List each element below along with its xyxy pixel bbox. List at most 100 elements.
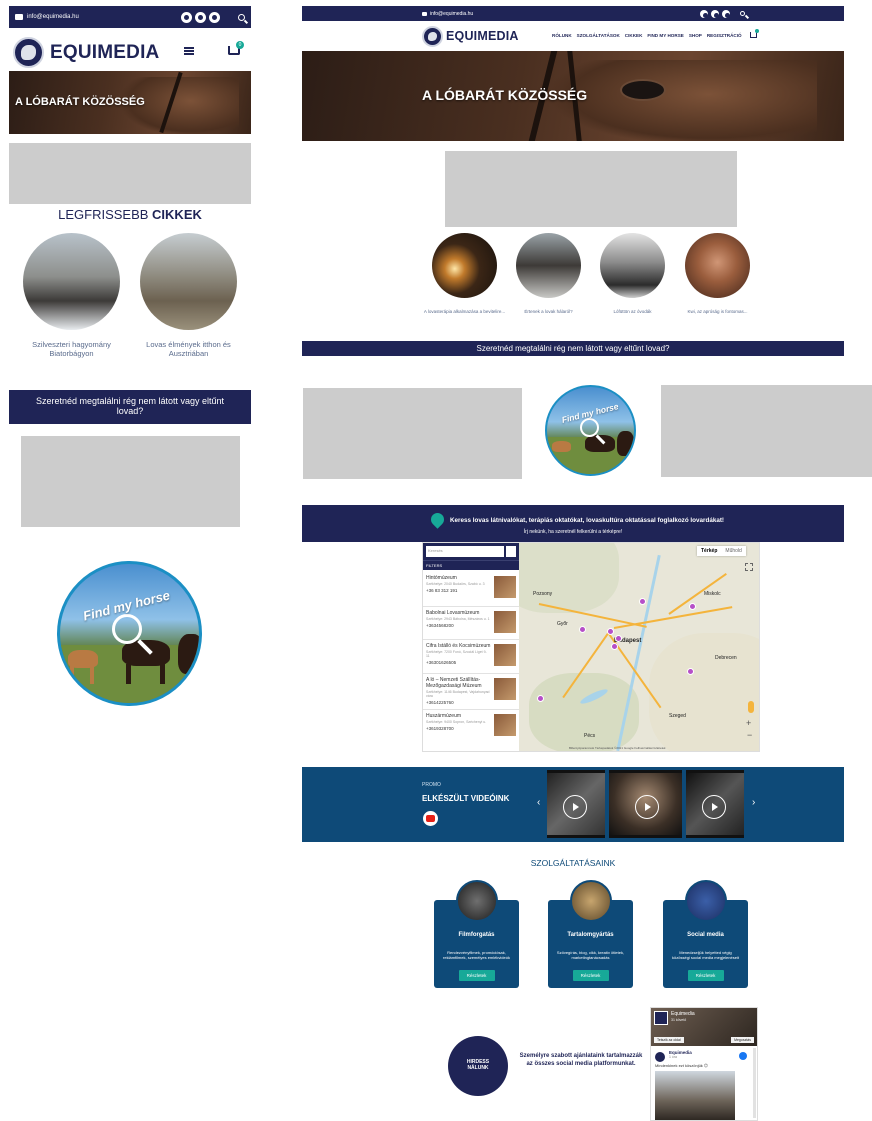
instagram-icon[interactable] xyxy=(195,11,206,23)
desktop-article-caption-3[interactable]: Lófüttön az óvodák xyxy=(590,309,675,315)
desktop-article-image-2[interactable] xyxy=(516,233,581,298)
service-desc: Menedzseljük helyetted végig közösségi s… xyxy=(672,950,739,961)
magnifier-icon xyxy=(112,614,142,644)
map-marker[interactable] xyxy=(689,603,696,610)
mobile-article-image-1[interactable] xyxy=(23,233,120,330)
desktop-article-image-1[interactable] xyxy=(432,233,497,298)
mobile-hero: A LÓBARÁT KÖZÖSSÉG xyxy=(9,71,251,134)
nav-item-shop[interactable]: SHOP xyxy=(689,33,702,38)
desktop-top-bar: info@equimedia.hu xyxy=(302,6,844,21)
filters-toggle[interactable]: FILTERS xyxy=(423,560,519,570)
desktop-logo-icon[interactable] xyxy=(422,26,443,47)
service-details-button[interactable]: Részletek xyxy=(458,970,495,981)
map-city-label: Győr xyxy=(557,621,568,627)
map-marker[interactable] xyxy=(639,598,646,605)
desktop-email[interactable]: info@equimedia.hu xyxy=(430,11,473,17)
carousel-next-icon[interactable]: › xyxy=(752,797,755,808)
desktop-article-caption-2[interactable]: Értenek a lovak hálaról? xyxy=(506,309,591,315)
desktop-article-image-4[interactable] xyxy=(685,233,750,298)
mobile-article-image-2[interactable] xyxy=(140,233,237,330)
search-icon[interactable] xyxy=(740,11,746,16)
service-desc: Rendezvényfilmek, promóciósak, reklámfil… xyxy=(443,950,510,961)
place-item-2[interactable]: Babolnai Lovasmúzeum Székhelye: 2943 Báb… xyxy=(423,607,519,640)
mobile-article-caption-2[interactable]: Lovas élmények itthon és Ausztriában xyxy=(135,340,242,359)
mobile-email[interactable]: info@equimedia.hu xyxy=(27,14,79,20)
satellite-tab[interactable]: Műhold xyxy=(721,546,745,556)
map-city-label: Miskolc xyxy=(704,591,721,597)
map-marker[interactable] xyxy=(537,695,544,702)
map-widget: Keresés FILTERS Hintómúzeum Székhelye: 2… xyxy=(422,542,760,752)
fullscreen-icon[interactable] xyxy=(745,563,753,571)
place-item-1[interactable]: Hintómúzeum Székhelye: 2040 Budaörs, Sza… xyxy=(423,572,519,607)
map-marker[interactable] xyxy=(687,668,694,675)
video-thumbnail-2[interactable] xyxy=(609,770,682,838)
mobile-hero-title: A LÓBARÁT KÖZÖSSÉG xyxy=(15,96,145,108)
fb-scrollbar[interactable] xyxy=(753,1048,756,1118)
map-marker[interactable] xyxy=(579,626,586,633)
fb-page-name[interactable]: Equimedia xyxy=(671,1011,695,1017)
advertise-badge[interactable]: HIRDESS NÁLUNK xyxy=(448,1036,508,1096)
nav-item-rolunk[interactable]: RÓLUNK xyxy=(552,33,572,38)
map-marker[interactable] xyxy=(615,635,622,642)
map-tab[interactable]: Térkép xyxy=(697,546,721,556)
fb-share-button[interactable]: Megosztás xyxy=(731,1037,754,1043)
location-pin-icon xyxy=(428,510,447,529)
place-item-4[interactable]: A ló – Nemzeti Szállítás- Mezőgazdasági … xyxy=(423,674,519,710)
map-view-toggle: Térkép Műhold xyxy=(697,546,746,556)
map-marker[interactable] xyxy=(611,643,618,650)
map-marker[interactable] xyxy=(607,628,614,635)
nav-item-regisztracio[interactable]: REGISZTRÁCIÓ xyxy=(707,33,742,38)
facebook-widget: Equimedia 31 követő Tetszik az oldal Meg… xyxy=(650,1007,758,1121)
map-search-button[interactable] xyxy=(506,546,516,557)
map-search-input[interactable]: Keresés xyxy=(426,546,504,557)
video-thumbnail-1[interactable] xyxy=(547,770,605,838)
map-footer-note: Billentyűparancsok Térképadatok ©2021 Go… xyxy=(569,746,666,750)
latest-title-light: LEGFRISSEBB xyxy=(58,207,149,222)
hamburger-menu-icon[interactable] xyxy=(184,47,194,55)
place-item-5[interactable]: Huszármúzeum Székhelye: 9400 Sopron, Szé… xyxy=(423,710,519,743)
place-address: Székhelye: 7200 Fonó, Szociál Liget 9-11 xyxy=(426,650,487,659)
desktop-logo-text[interactable]: EQUIMEDIA xyxy=(446,29,519,43)
desktop-article-caption-1[interactable]: A lovasterápia alkalmazása a bevitelire.… xyxy=(422,309,507,315)
service-details-button[interactable]: Részletek xyxy=(572,970,609,981)
desktop-find-my-horse-badge[interactable]: Find my horse xyxy=(545,385,636,476)
videos-title: ELKÉSZÜLT VIDEÓINK xyxy=(422,794,510,803)
carousel-prev-icon[interactable]: ‹ xyxy=(537,797,540,808)
mobile-logo-text[interactable]: EQUIMEDIA xyxy=(50,42,159,64)
advertise-text: Személyre szabott ajánlataink tartalmazz… xyxy=(519,1053,643,1067)
facebook-icon[interactable] xyxy=(700,9,709,18)
fb-follow-button[interactable]: Tetszik az oldal xyxy=(654,1037,684,1043)
instagram-icon[interactable] xyxy=(711,9,720,18)
search-icon[interactable] xyxy=(238,13,245,21)
map-subheading: Írj nekünk, ha szeretnél felkerülni a té… xyxy=(523,529,623,535)
desktop-article-image-3[interactable] xyxy=(600,233,665,298)
desktop-lost-horse-banner[interactable]: Szeretnéd megtalálni rég nem látott vagy… xyxy=(302,341,844,356)
youtube-icon[interactable] xyxy=(722,9,731,18)
desktop-article-caption-4[interactable]: Kwi, az apróság is fontomas... xyxy=(675,309,760,315)
video-thumbnail-3[interactable] xyxy=(686,770,744,838)
facebook-icon[interactable] xyxy=(181,11,192,23)
youtube-icon[interactable] xyxy=(209,11,220,23)
latest-articles-heading: LEGFRISSEBB CIKKEK xyxy=(9,207,251,222)
mobile-find-my-horse-badge[interactable]: Find my horse xyxy=(57,561,202,706)
fb-followers: 31 követő xyxy=(671,1018,687,1022)
mail-icon xyxy=(422,11,427,16)
pegman-icon[interactable] xyxy=(748,701,754,713)
nav-item-cikkek[interactable]: CIKKEK xyxy=(625,33,643,38)
place-thumbnail xyxy=(494,611,516,633)
service-details-button[interactable]: Részletek xyxy=(687,970,724,981)
mobile-lost-horse-banner[interactable]: Szeretnéd megtalálni rég nem látott vagy… xyxy=(9,390,251,424)
google-map[interactable]: Térkép Műhold Pozsony Budapest Miskolc D… xyxy=(519,543,759,751)
mobile-ad-placeholder-2 xyxy=(21,436,240,527)
nav-item-szolgaltatasok[interactable]: SZOLGÁLTATÁSOK xyxy=(577,33,620,38)
zoom-in-button[interactable]: + xyxy=(746,718,751,728)
place-item-3[interactable]: Cifra Istálló és Kocsimúzeum Székhelye: … xyxy=(423,640,519,674)
mobile-logo-icon[interactable] xyxy=(13,37,44,68)
zoom-out-button[interactable]: − xyxy=(747,730,752,740)
fb-post-avatar xyxy=(655,1052,665,1062)
desktop-cart-badge xyxy=(755,29,759,33)
youtube-logo-icon[interactable] xyxy=(423,811,438,826)
nav-item-find-my-horse[interactable]: FIND MY HORSE xyxy=(647,33,683,38)
mobile-article-caption-1[interactable]: Szilveszteri hagyomány Biatorbágyon xyxy=(18,340,125,359)
fb-post-image[interactable] xyxy=(655,1071,735,1120)
